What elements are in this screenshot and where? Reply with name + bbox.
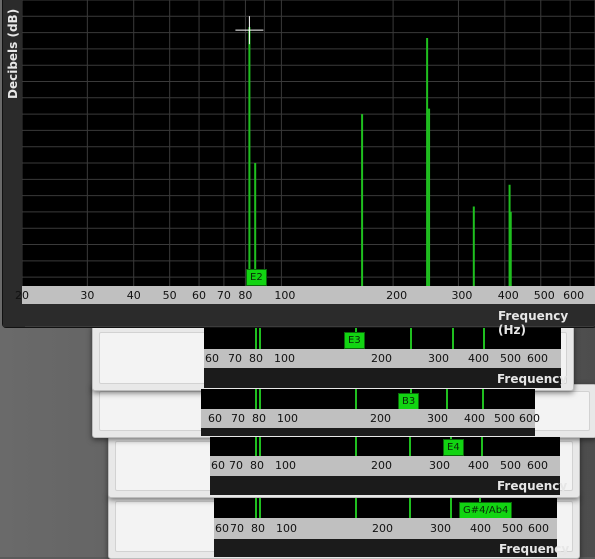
w1-tick-500: 500 (500, 352, 521, 365)
w1-tick-200: 200 (371, 352, 392, 365)
w3-tick-80: 80 (250, 459, 264, 472)
w3-tick-400: 400 (468, 459, 489, 472)
window-3-trace (255, 437, 483, 456)
x-tick-label: 500 (533, 289, 555, 302)
window-3-x-title: Frequency (497, 479, 568, 493)
w1-tick-300: 300 (428, 352, 449, 365)
w1-tick-60: 60 (205, 352, 219, 365)
w4-tick-300: 300 (430, 522, 451, 535)
w1-tick-400: 400 (468, 352, 489, 365)
w2-tick-100: 100 (277, 412, 298, 425)
w3-tick-70: 70 (229, 459, 243, 472)
w3-tick-60: 60 (211, 459, 225, 472)
main-spectrum-plot[interactable] (22, 0, 595, 288)
w3-tick-100: 100 (275, 459, 296, 472)
w4-tick-80: 80 (251, 522, 265, 535)
w3-tick-600: 600 (527, 459, 548, 472)
w2-tick-600: 600 (519, 412, 540, 425)
x-tick-label: 200 (386, 289, 408, 302)
w2-tick-400: 400 (464, 412, 485, 425)
w1-tick-70: 70 (228, 352, 242, 365)
x-tick-label: 40 (126, 289, 141, 302)
w1-tick-100: 100 (274, 352, 295, 365)
x-tick-label: 50 (162, 289, 177, 302)
w2-tick-200: 200 (370, 412, 391, 425)
window-3-note-label: E4 (443, 439, 464, 456)
x-tick-label: 80 (238, 289, 253, 302)
w2-tick-60: 60 (208, 412, 222, 425)
w4-tick-200: 200 (372, 522, 393, 535)
w4-tick-100: 100 (276, 522, 297, 535)
window-2-footer (201, 428, 535, 436)
w4-tick-70: 70 (230, 522, 244, 535)
window-4-note-label: G#4/Ab4 (459, 502, 513, 519)
x-tick-label: 600 (563, 289, 585, 302)
window-1-x-title: Frequency (497, 372, 568, 386)
main-peak-note-label: E2 (246, 269, 267, 286)
w4-tick-60: 60 (215, 522, 229, 535)
window-2-note-label: B3 (398, 393, 420, 410)
w3-tick-500: 500 (500, 459, 521, 472)
x-tick-label: 100 (274, 289, 296, 302)
w3-tick-300: 300 (429, 459, 450, 472)
x-tick-label: 70 (216, 289, 231, 302)
x-tick-label: 300 (451, 289, 473, 302)
window-2-trace (255, 389, 484, 409)
w2-tick-500: 500 (494, 412, 515, 425)
window-4-spectrum[interactable]: G#4/Ab4 (214, 498, 557, 519)
w2-tick-80: 80 (252, 412, 266, 425)
x-tick-label: 400 (497, 289, 519, 302)
y-axis-title: Decibels (dB) (6, 8, 20, 99)
window-1-note-label: E3 (344, 332, 365, 349)
x-tick-label: 60 (192, 289, 207, 302)
w1-tick-80: 80 (249, 352, 263, 365)
main-x-axis-title: Frequency (Hz) (498, 309, 569, 337)
w4-tick-600: 600 (528, 522, 549, 535)
w3-tick-200: 200 (371, 459, 392, 472)
w1-tick-600: 600 (527, 352, 548, 365)
window-3-spectrum[interactable]: E4 (210, 437, 560, 456)
w4-tick-500: 500 (502, 522, 523, 535)
window-2-spectrum[interactable]: B3 (201, 389, 535, 410)
window-4-x-title: Frequency (499, 542, 570, 556)
w4-tick-400: 400 (470, 522, 491, 535)
w2-tick-70: 70 (231, 412, 245, 425)
x-tick-label: 30 (80, 289, 95, 302)
w2-tick-300: 300 (427, 412, 448, 425)
x-tick-label: 20 (15, 289, 29, 302)
